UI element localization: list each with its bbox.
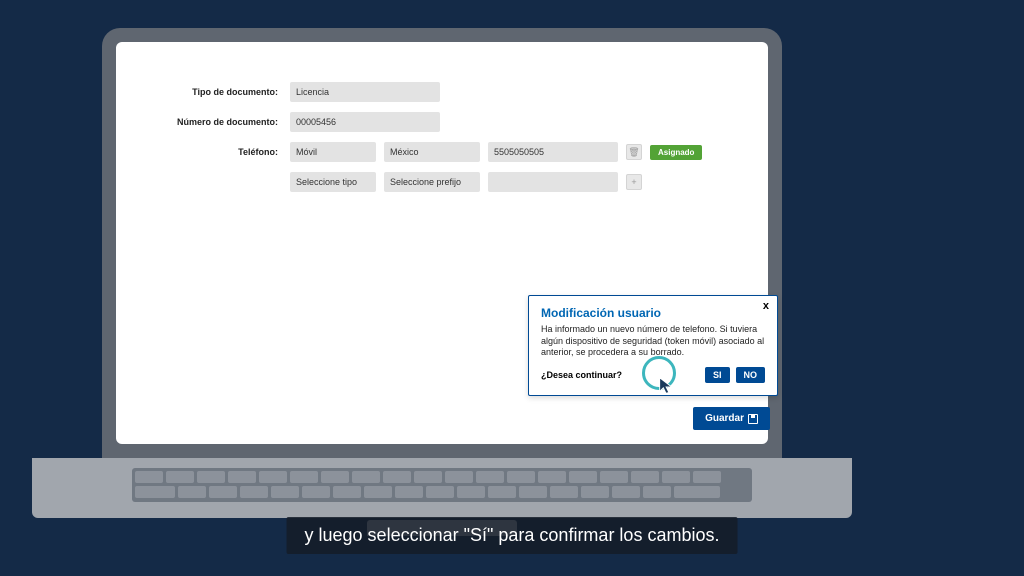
phone-row-1: Teléfono: Móvil México 5505050505 🗑 Asig… [152,142,732,162]
add-phone-icon[interactable]: + [626,174,642,190]
doc-num-label: Número de documento: [152,117,282,127]
app-screen: Tipo de documento: Licencia Número de do… [116,42,768,444]
dialog-body: Ha informado un nuevo número de telefono… [541,324,765,359]
phone-row-2: Seleccione tipo Seleccione prefijo + [152,172,732,192]
phone-prefix-select[interactable]: México [384,142,480,162]
laptop-base [32,458,852,518]
phone-type-select-2[interactable]: Seleccione tipo [290,172,376,192]
keyboard [132,468,752,502]
laptop-frame: Tipo de documento: Licencia Número de do… [102,28,922,518]
phone-label: Teléfono: [152,147,282,157]
user-form: Tipo de documento: Licencia Número de do… [116,42,768,192]
dialog-question: ¿Desea continuar? [541,370,622,380]
confirm-dialog: x Modificación usuario Ha informado un n… [528,295,778,396]
phone-prefix-select-2[interactable]: Seleccione prefijo [384,172,480,192]
dialog-actions: ¿Desea continuar? SI NO [541,367,765,383]
confirm-yes-button[interactable]: SI [705,367,730,383]
save-button[interactable]: Guardar [693,407,770,430]
doc-num-row: Número de documento: 00005456 [152,112,732,132]
dialog-title: Modificación usuario [541,306,765,320]
confirm-no-button[interactable]: NO [736,367,766,383]
delete-phone-icon[interactable]: 🗑 [626,144,642,160]
assigned-badge: Asignado [650,145,702,160]
save-button-label: Guardar [705,413,744,424]
dialog-close-icon[interactable]: x [763,300,769,312]
phone-number-input[interactable]: 5505050505 [488,142,618,162]
subtitle-caption: y luego seleccionar "Sí" para confirmar … [287,517,738,554]
doc-type-label: Tipo de documento: [152,87,282,97]
phone-type-select[interactable]: Móvil [290,142,376,162]
save-icon [748,414,758,424]
phone-number-input-2[interactable] [488,172,618,192]
doc-num-input[interactable]: 00005456 [290,112,440,132]
doc-type-row: Tipo de documento: Licencia [152,82,732,102]
doc-type-input[interactable]: Licencia [290,82,440,102]
screen-bezel: Tipo de documento: Licencia Número de do… [102,28,782,458]
